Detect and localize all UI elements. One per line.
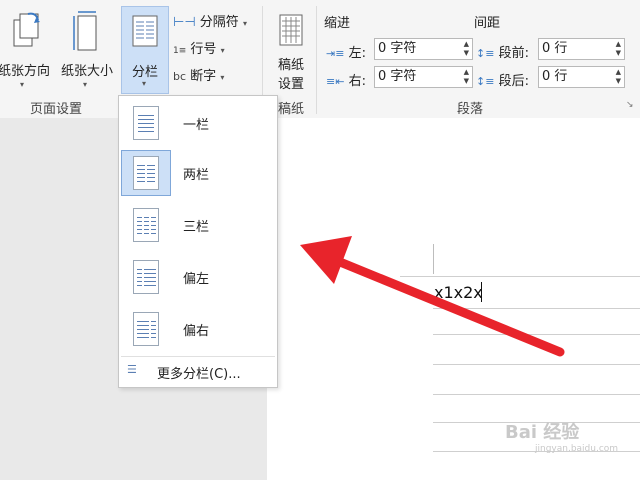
watermark-main: Bai 经验	[505, 422, 580, 443]
watermark-sub: jingyan.baidu.com	[535, 444, 619, 454]
more-columns-label: 更多分栏(C)...	[157, 367, 241, 382]
menu-item-label: 两栏	[183, 168, 210, 183]
menu-item-three-columns[interactable]: 三栏	[121, 202, 275, 248]
columns-dropdown: 一栏 两栏 三栏 偏左 偏右 ☰ 更多分栏(C)...	[118, 95, 278, 388]
menu-item-label: 三栏	[183, 220, 210, 235]
menu-item-label: 偏左	[183, 272, 210, 287]
menu-item-label: 一栏	[183, 118, 210, 133]
annotation-arrow	[300, 236, 565, 357]
right-column-icon	[133, 312, 159, 346]
menu-divider	[121, 356, 275, 357]
three-columns-icon	[133, 208, 159, 242]
menu-item-more-columns[interactable]: ☰ 更多分栏(C)...	[121, 360, 275, 384]
more-columns-icon: ☰	[127, 363, 137, 376]
menu-item-label: 偏右	[183, 324, 210, 339]
left-column-icon	[133, 260, 159, 294]
menu-item-two-columns-row[interactable]: 两栏	[121, 150, 275, 196]
menu-item-one-column[interactable]: 一栏	[121, 100, 275, 146]
one-column-icon	[133, 106, 159, 140]
menu-item-right[interactable]: 偏右	[121, 306, 275, 352]
menu-item-left[interactable]: 偏左	[121, 254, 275, 300]
baidu-watermark: Bai 经验 jingyan.baidu.com	[505, 418, 635, 454]
two-columns-icon	[133, 156, 159, 190]
